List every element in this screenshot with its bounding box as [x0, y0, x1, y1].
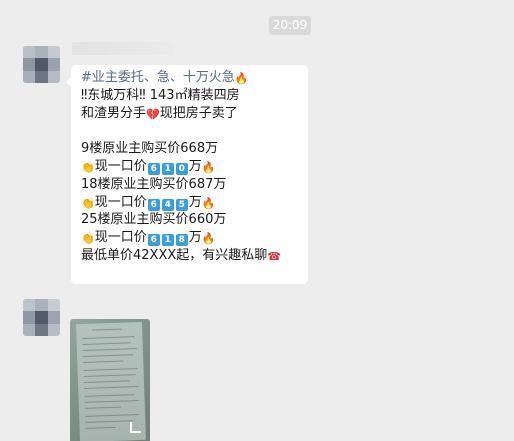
- message-text: 25楼原业主购买价660万: [81, 212, 227, 228]
- clapping-hands-icon: 👏: [81, 196, 95, 210]
- digit-keycap-icon: 8: [175, 234, 188, 247]
- clapping-hands-icon: 👏: [81, 160, 95, 174]
- message-line: 👏现一口价 6 4 5 万🔥: [81, 194, 298, 212]
- digit-keycap-icon: 1: [161, 162, 174, 175]
- message-line: 最低单价42XXX起，有兴趣私聊☎: [81, 247, 298, 265]
- message-text: 万: [188, 194, 202, 210]
- message-text: 现一口价: [94, 230, 147, 246]
- message-text: 最低单价42XXX起，有兴趣私聊: [81, 247, 268, 263]
- fire-icon: 🔥: [201, 160, 216, 174]
- message-text: 18楼原业主购买价687万: [81, 176, 227, 192]
- expand-corner-icon[interactable]: [128, 419, 144, 435]
- digit-keycap-icon: 6: [147, 234, 160, 247]
- message-text: 和渣男分手: [81, 105, 147, 121]
- sender-avatar[interactable]: [23, 299, 60, 336]
- message-text: 万: [188, 158, 202, 174]
- sender-name-blurred: [72, 42, 174, 55]
- telephone-icon: ☎: [267, 249, 281, 263]
- digit-keycap-icon: 6: [147, 162, 160, 175]
- message-line: 25楼原业主购买价660万: [81, 211, 298, 229]
- message-line: ‼东城万科‼ 143㎡精装四房: [81, 87, 298, 105]
- message-text: ‼东城万科‼ 143㎡精装四房: [81, 87, 240, 103]
- digit-keycap-icon: 6: [147, 198, 160, 211]
- hashtag-link[interactable]: #业主委托、急、十万火急: [81, 70, 235, 85]
- image-message-thumbnail[interactable]: [70, 319, 150, 441]
- message-line: [81, 122, 298, 140]
- digit-keycap-icon: 5: [175, 198, 188, 211]
- message-bubble[interactable]: #业主委托、急、十万火急🔥 ‼东城万科‼ 143㎡精装四房 和渣男分手💔现把房子卖了…: [66, 65, 308, 284]
- message-line: #业主委托、急、十万火急🔥: [81, 69, 298, 87]
- broken-heart-icon: 💔: [146, 107, 160, 121]
- message-text: 现一口价: [94, 194, 147, 210]
- message-line: 18楼原业主购买价687万: [81, 176, 298, 194]
- message-text: 现把房子卖了: [159, 105, 238, 121]
- digit-keycap-icon: 4: [161, 198, 174, 211]
- fire-icon: 🔥: [201, 196, 216, 210]
- message-line: 👏现一口价 6 1 0 万🔥: [81, 158, 298, 176]
- digit-keycap-icon: 1: [161, 234, 174, 247]
- message-text: 万: [188, 230, 202, 246]
- clapping-hands-icon: 👏: [81, 232, 95, 246]
- chat-scrollbar[interactable]: [508, 0, 514, 441]
- fire-icon: 🔥: [201, 232, 216, 246]
- message-line: 👏现一口价 6 1 8 万🔥: [81, 229, 298, 247]
- fire-icon: 🔥: [234, 72, 249, 85]
- message-text: 现一口价: [94, 158, 147, 174]
- digit-keycap-icon: 0: [175, 162, 188, 175]
- message-timestamp: 20:09: [269, 16, 311, 35]
- message-line: 9楼原业主购买价668万: [81, 140, 298, 158]
- message-text: 9楼原业主购买价668万: [81, 141, 219, 157]
- message-line: 和渣男分手💔现把房子卖了: [81, 105, 298, 123]
- sender-avatar[interactable]: [23, 46, 60, 83]
